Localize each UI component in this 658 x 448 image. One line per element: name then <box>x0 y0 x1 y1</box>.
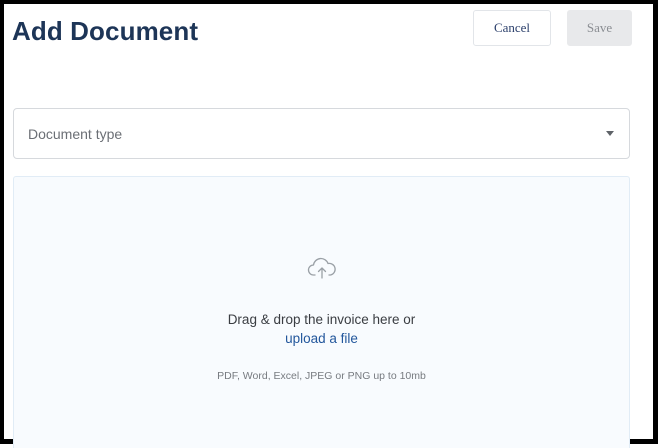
dropzone-prompt: Drag & drop the invoice here or <box>227 312 416 327</box>
add-document-panel: Add Document Cancel Save Document type D… <box>0 0 658 448</box>
upload-file-link-row: upload a file <box>14 331 629 346</box>
save-button[interactable]: Save <box>567 10 632 46</box>
caret-down-icon <box>606 131 614 136</box>
document-type-select[interactable]: Document type <box>13 108 630 159</box>
document-type-placeholder: Document type <box>28 125 123 142</box>
cancel-button[interactable]: Cancel <box>473 10 551 46</box>
file-type-hint: PDF, Word, Excel, JPEG or PNG up to 10mb <box>217 370 426 382</box>
file-dropzone[interactable]: Drag & drop the invoice here or upload a… <box>13 176 630 448</box>
page-title: Add Document <box>12 16 199 46</box>
cloud-upload-icon <box>307 257 336 279</box>
upload-file-link[interactable]: upload a file <box>285 331 358 346</box>
